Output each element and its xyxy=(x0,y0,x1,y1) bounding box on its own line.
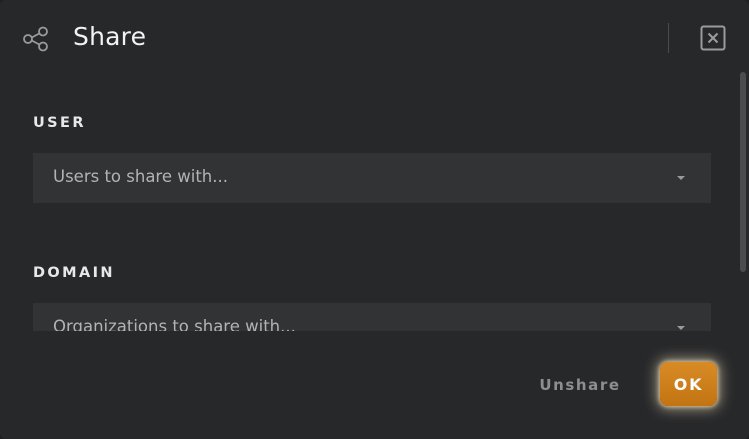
close-icon xyxy=(700,25,726,55)
user-select-placeholder: Users to share with... xyxy=(53,167,228,186)
scrollbar-thumb[interactable] xyxy=(740,72,746,272)
domain-section-label: DOMAIN xyxy=(33,265,115,281)
user-select[interactable]: Users to share with... xyxy=(33,153,711,203)
ok-button[interactable]: OK xyxy=(660,362,717,406)
dialog-footer: Unshare OK xyxy=(0,331,749,439)
user-section-label: USER xyxy=(33,115,86,131)
share-dialog: Share USER Users to share with... DOMAIN… xyxy=(0,0,749,439)
close-button[interactable] xyxy=(700,25,726,51)
dialog-header: Share xyxy=(0,0,749,76)
domain-select[interactable]: Organizations to share with... xyxy=(33,303,711,331)
unshare-button[interactable]: Unshare xyxy=(530,372,630,398)
dialog-title: Share xyxy=(73,22,147,51)
dialog-content: USER Users to share with... DOMAIN Organ… xyxy=(0,76,740,331)
header-divider xyxy=(668,23,669,53)
domain-select-placeholder: Organizations to share with... xyxy=(53,317,296,331)
caret-down-icon xyxy=(677,326,685,330)
scrollbar[interactable] xyxy=(739,72,747,332)
caret-down-icon xyxy=(677,176,685,180)
share-icon xyxy=(22,26,50,52)
